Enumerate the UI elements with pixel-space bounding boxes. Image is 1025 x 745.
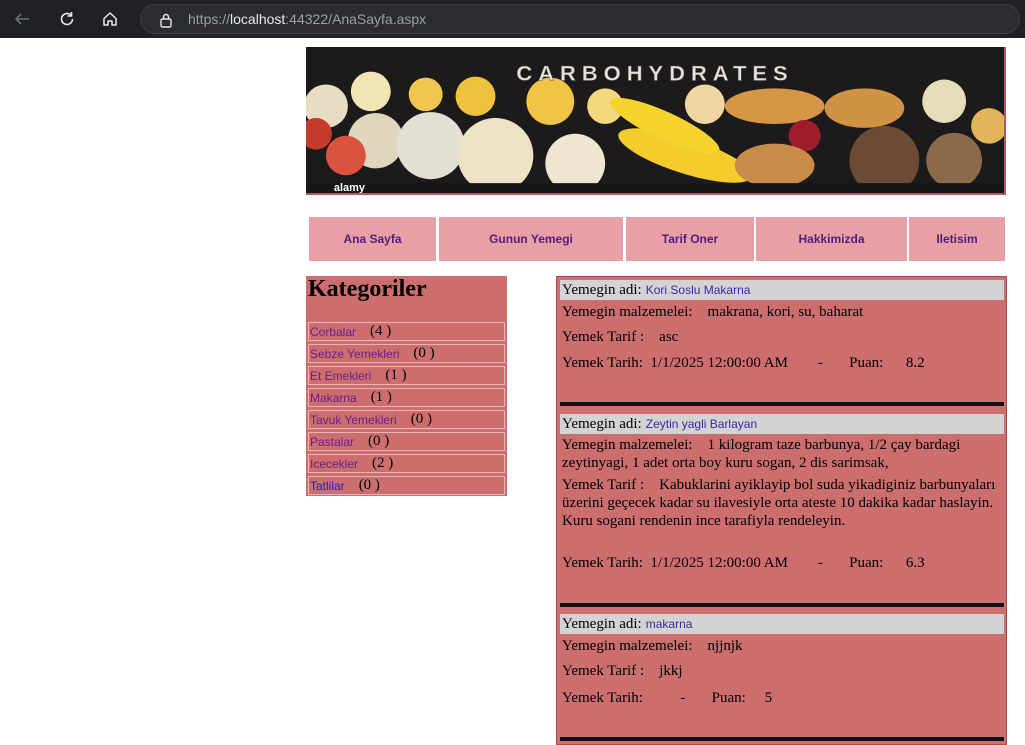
category-count: (0 ) — [413, 345, 435, 361]
category-row: Corbalar (4 ) — [308, 322, 505, 341]
category-count: (0 ) — [368, 433, 390, 449]
banner-title: CARBOHYDRATES — [516, 61, 793, 86]
recipe-name-label: Yemegin adi: — [562, 281, 642, 298]
recipe-name-link[interactable]: makarna — [646, 617, 693, 631]
recipe-meta: Yemek Tarih: 1/1/2025 12:00:00 AM - Puan… — [562, 355, 925, 371]
recipe-score: 8.2 — [905, 355, 925, 371]
recipe-name-bar: Yemegin adi: makarna — [560, 614, 1004, 634]
menu-hakkimizda[interactable]: Hakkimizda — [756, 217, 907, 261]
category-count: (0 ) — [358, 477, 380, 493]
menu-tarif-oner[interactable]: Tarif Oner — [626, 217, 754, 261]
category-row: Icecekler (2 ) — [308, 454, 505, 473]
page-viewport: CARBOHYDRATES alamy Ana Sayfa Gunun Yeme… — [0, 38, 1025, 745]
category-link[interactable]: Et Emekleri — [310, 369, 371, 383]
category-count: (0 ) — [410, 411, 432, 427]
recipe-separator — [560, 737, 1004, 741]
category-count: (1 ) — [385, 367, 407, 383]
recipe-instructions: Yemek Tarif : asc — [562, 329, 679, 345]
address-bar[interactable]: https://localhost:44322/AnaSayfa.aspx — [140, 4, 1020, 34]
recipe-score: 6.3 — [905, 555, 925, 571]
recipe-instructions: Yemek Tarif : Kabuklarini ayiklayip bol … — [562, 477, 996, 529]
home-icon[interactable] — [97, 6, 123, 32]
recipe-meta: Yemek Tarih: 1/1/2025 12:00:00 AM - Puan… — [562, 555, 925, 571]
category-link[interactable]: Makarna — [310, 391, 357, 405]
refresh-icon[interactable] — [54, 6, 80, 32]
lock-icon[interactable] — [159, 12, 173, 28]
category-link[interactable]: Pastalar — [310, 435, 354, 449]
menu-iletisim[interactable]: Iletisim — [909, 217, 1005, 261]
recipe-name-label: Yemegin adi: — [562, 415, 642, 432]
recipe-instructions: Yemek Tarif : jkkj — [562, 663, 683, 679]
categories-title: Kategoriler — [308, 276, 427, 302]
category-link[interactable]: Sebze Yemekleri — [310, 347, 399, 361]
recipe-name-bar: Yemegin adi: Kori Soslu Makarna — [560, 280, 1004, 300]
recipe-name-label: Yemegin adi: — [562, 615, 642, 632]
menu-ana-sayfa[interactable]: Ana Sayfa — [309, 217, 436, 261]
banner-watermark: alamy — [334, 182, 365, 193]
recipe-separator — [560, 603, 1004, 607]
recipe-list: Yemegin adi: Kori Soslu Makarna Yemegin … — [556, 276, 1007, 745]
recipe-ingredients: Yemegin malzemelei: makrana, kori, su, b… — [562, 304, 864, 320]
category-row: Et Emekleri (1 ) — [308, 366, 505, 385]
header-banner: CARBOHYDRATES alamy — [306, 47, 1006, 195]
url-text: https://localhost:44322/AnaSayfa.aspx — [188, 11, 427, 27]
category-row: Sebze Yemekleri (0 ) — [308, 344, 505, 363]
recipe-ingredients: Yemegin malzemelei: njjnjk — [562, 638, 743, 654]
category-count: (4 ) — [370, 323, 392, 339]
category-link[interactable]: Corbalar — [310, 325, 356, 339]
menu-gunun-yemegi[interactable]: Gunun Yemegi — [439, 217, 623, 261]
recipe-meta: Yemek Tarih: - Puan: 5 — [562, 690, 773, 706]
back-icon[interactable] — [9, 6, 35, 32]
category-link[interactable]: Tatlilar — [310, 479, 345, 493]
category-row: Makarna (1 ) — [308, 388, 505, 407]
category-row: Tatlilar (0 ) — [308, 476, 505, 495]
browser-toolbar: https://localhost:44322/AnaSayfa.aspx — [0, 0, 1025, 38]
category-row: Pastalar (0 ) — [308, 432, 505, 451]
category-count: (1 ) — [370, 389, 392, 405]
category-link[interactable]: Icecekler — [310, 457, 358, 471]
recipe-separator — [560, 402, 1004, 406]
categories-panel: Kategoriler Corbalar (4 ) Sebze Yemekler… — [306, 276, 507, 496]
recipe-score: 5 — [764, 690, 773, 706]
category-count: (2 ) — [372, 455, 394, 471]
category-row: Tavuk Yemekleri (0 ) — [308, 410, 505, 429]
recipe-name-link[interactable]: Zeytin yagli Barlayan — [646, 417, 757, 431]
recipe-name-bar: Yemegin adi: Zeytin yagli Barlayan — [560, 414, 1004, 434]
recipe-name-link[interactable]: Kori Soslu Makarna — [646, 283, 751, 297]
recipe-ingredients: Yemegin malzemelei: 1 kilogram taze barb… — [562, 437, 961, 471]
category-link[interactable]: Tavuk Yemekleri — [310, 413, 397, 427]
